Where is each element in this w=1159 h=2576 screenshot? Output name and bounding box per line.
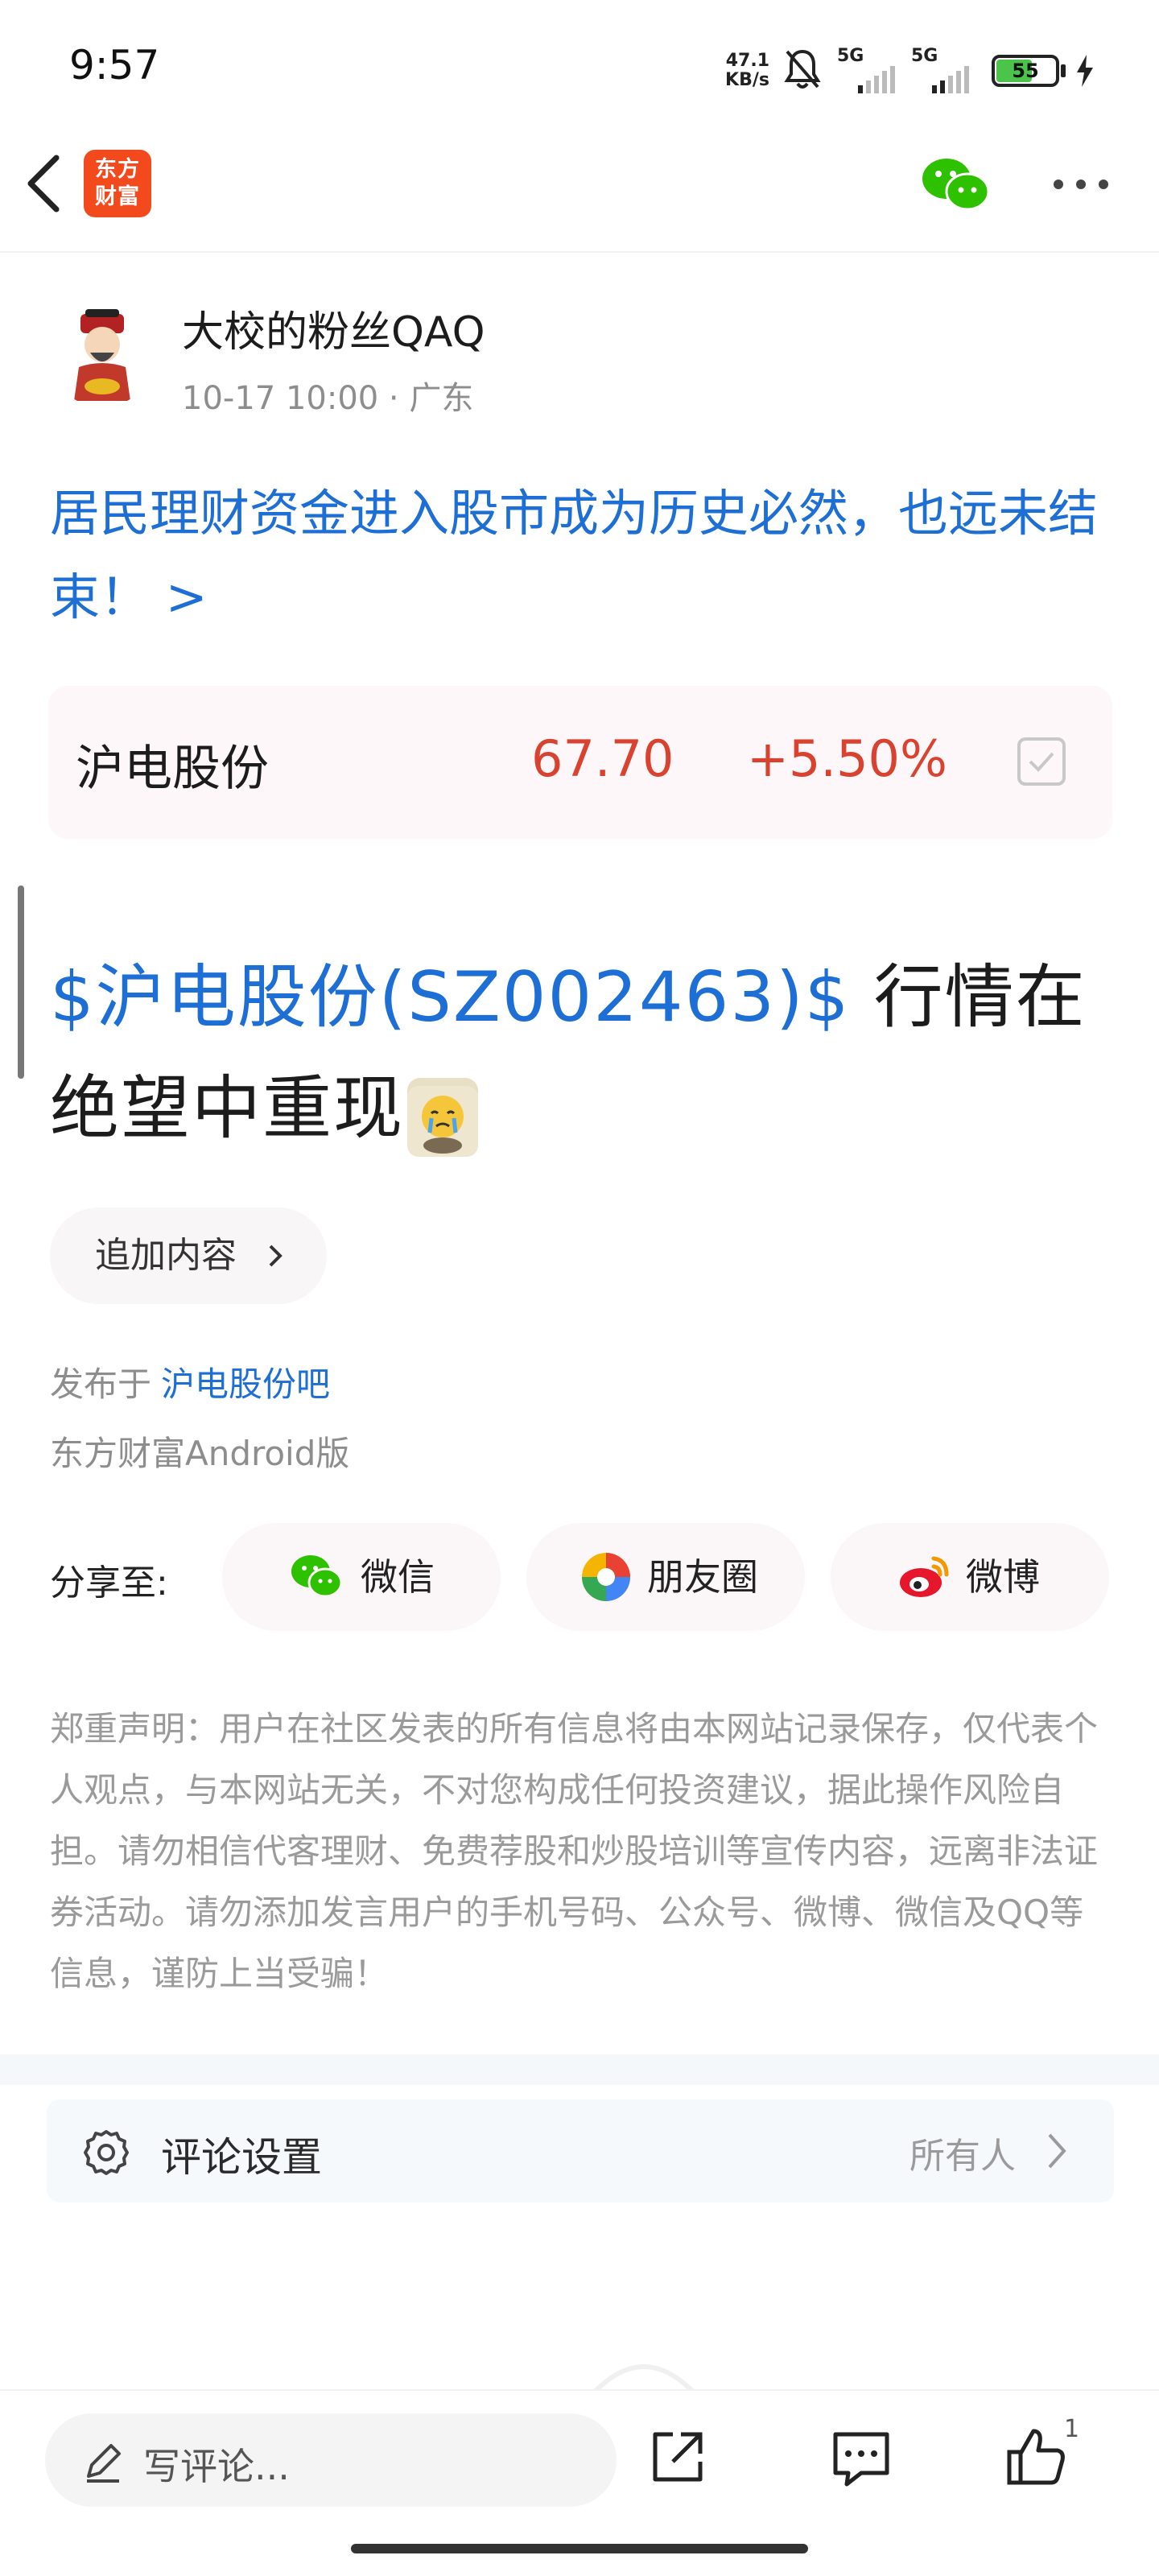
share-weibo-button[interactable]: 微博 [831,1523,1109,1631]
signal-bars-2 [932,66,969,93]
eastmoney-logo: 东方 财富 [84,150,151,217]
sim2-network-type: 5G [911,46,938,66]
status-time: 9:57 [69,42,160,89]
weibo-icon [900,1556,949,1597]
logo-text-line2: 财富 [95,184,140,209]
share-label: 分享至: [50,1563,168,1604]
emoji-image [407,1085,478,1157]
mute-bell-icon [784,49,821,89]
wechat-icon [291,1555,343,1598]
decorative-arc [593,2364,695,2391]
published-prefix: 发布于 [50,1364,152,1404]
crying-emoji-icon [407,1077,478,1157]
check-icon [1029,752,1054,772]
like-count: 1 [1064,2415,1080,2443]
post-body: $沪电股份(SZ002463)$ 行情在绝望中重现 [50,942,1128,1164]
battery-level: 55 [1012,60,1039,82]
share-external-icon[interactable] [649,2428,707,2486]
share-moments-button[interactable]: 朋友圈 [526,1523,805,1631]
network-speed: 47.1 KB/s [711,52,769,90]
like-thumb-icon[interactable] [1004,2425,1069,2489]
scroll-indicator [18,886,24,1079]
section-separator [0,2054,1159,2085]
stock-name: 沪电股份 [76,741,269,797]
comment-placeholder: 写评论... [143,2445,290,2488]
network-speed-value: 47.1 [725,51,769,71]
comment-settings-value: 所有人 [909,2136,1016,2177]
network-speed-unit: KB/s [725,70,769,90]
chevron-right-icon [1048,2133,1066,2169]
forum-link[interactable]: 沪电股份吧 [161,1357,330,1406]
logo-text-line1: 东方 [95,157,140,182]
gear-icon [84,2130,129,2175]
nav-divider [0,251,1159,253]
client-label: 东方财富Android版 [50,1434,350,1473]
stock-tag-link[interactable]: $沪电股份(SZ002463)$ [50,957,850,1038]
charging-bolt-icon [1077,55,1093,87]
share-wechat-button[interactable]: 微信 [222,1523,501,1631]
battery-icon: 55 [992,55,1059,87]
avatar-figure-icon [74,309,130,401]
sim1-network-type: 5G [837,46,864,66]
more-options-icon[interactable] [1051,175,1111,193]
chevron-right-icon [269,1245,283,1267]
append-content-label: 追加内容 [95,1235,237,1276]
stock-price: 67.70 [531,729,674,788]
share-wechat-label: 微信 [361,1555,435,1599]
stock-change: +5.50% [747,729,947,788]
topic-link[interactable]: 居民理财资金进入股市成为历史必然，也远未结束！ > [50,472,1120,639]
comment-input[interactable] [45,2413,617,2507]
comment-bubble-icon[interactable] [829,2428,893,2489]
moments-icon [582,1553,630,1601]
disclaimer-text: 郑重声明：用户在社区发表的所有信息将由本网站记录保存，仅代表个人观点，与本网站无… [50,1709,1099,1993]
author-name[interactable]: 大校的粉丝QAQ [182,298,485,358]
home-indicator[interactable] [351,2544,808,2553]
battery-tip [1061,64,1066,77]
post-meta: 10-17 10:00 · 广东 [182,380,474,417]
share-moments-label: 朋友圈 [647,1555,758,1599]
add-watchlist-checkbox[interactable] [1017,737,1066,786]
pencil-icon [87,2444,121,2483]
comment-settings-label: 评论设置 [161,2134,322,2181]
share-weibo-label: 微博 [966,1555,1040,1599]
signal-bars-1 [858,66,895,93]
author-avatar[interactable] [50,303,155,407]
append-content-button[interactable]: 追加内容 [50,1208,327,1304]
wechat-share-icon[interactable] [921,156,990,213]
back-arrow-icon[interactable] [21,151,66,216]
